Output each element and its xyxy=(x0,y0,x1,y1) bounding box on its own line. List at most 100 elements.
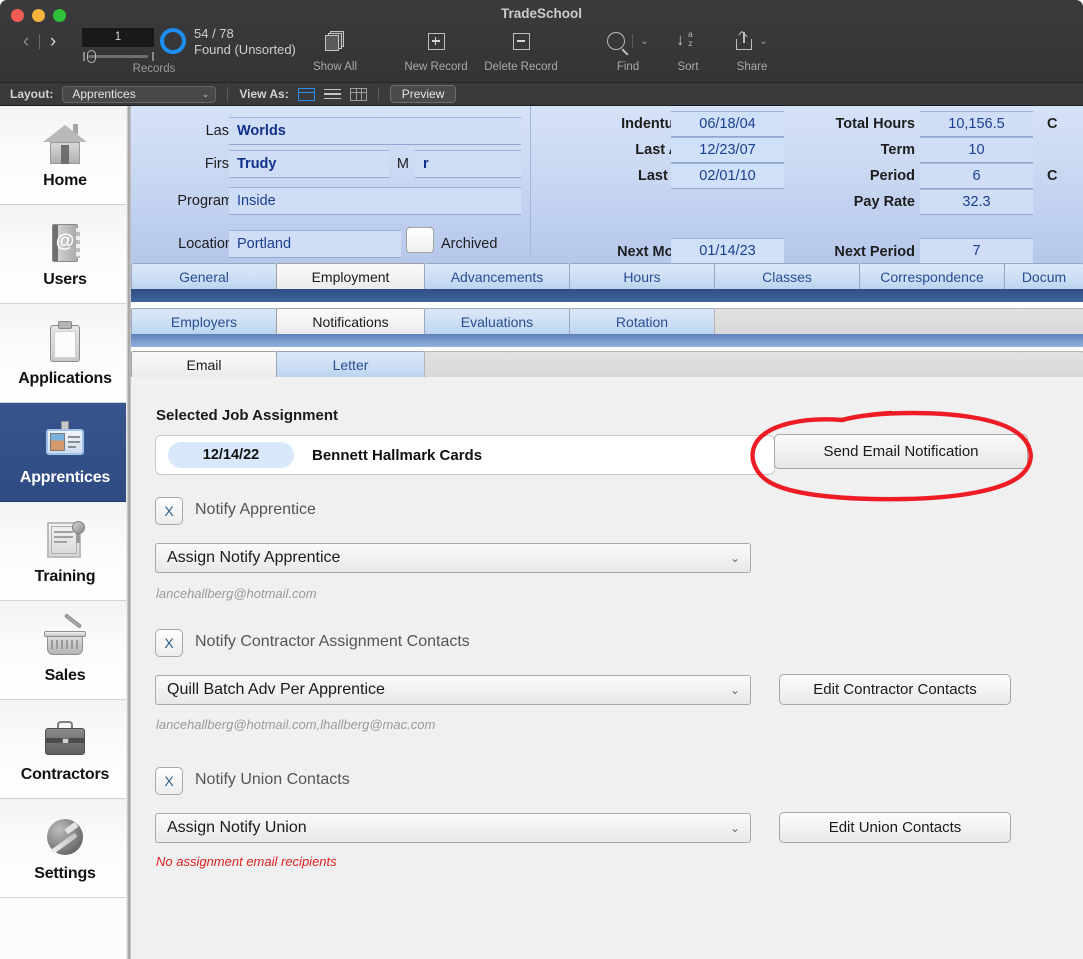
address-book-icon: @ xyxy=(41,220,89,266)
contractor-recipients: lancehallberg@hotmail.com,lhallberg@mac.… xyxy=(156,717,436,732)
first-name-field[interactable]: Trudy xyxy=(229,150,389,178)
sidebar-item-label: Users xyxy=(43,270,87,288)
new-record-button[interactable]: New Record xyxy=(398,26,474,73)
send-email-notification-button[interactable]: Send Email Notification xyxy=(774,434,1028,469)
clipped-label-2: C xyxy=(1047,168,1058,184)
last-wr-field[interactable]: 02/01/10 xyxy=(671,163,784,189)
sidebar-item-label: Apprentices xyxy=(19,468,111,486)
briefcase-icon xyxy=(41,715,89,761)
next-period-field[interactable]: 7 xyxy=(920,238,1033,264)
show-all-button[interactable]: Show All xyxy=(302,26,368,73)
tab-evaluations[interactable]: Evaluations xyxy=(424,308,570,334)
preview-button[interactable]: Preview xyxy=(389,85,457,103)
tab-advancements[interactable]: Advancements xyxy=(424,263,570,289)
notify-contractor-checkbox[interactable]: X xyxy=(155,629,183,657)
tab-employment[interactable]: Employment xyxy=(276,263,425,289)
tab-classes[interactable]: Classes xyxy=(714,263,860,289)
sidebar: Home @ Users Applications Apprentices Tr… xyxy=(0,106,130,959)
location-field[interactable]: Portland xyxy=(229,230,401,258)
find-divider xyxy=(632,34,634,48)
sidebar-item-users[interactable]: @ Users xyxy=(0,205,130,304)
last-adv-field[interactable]: 12/23/07 xyxy=(671,137,784,163)
assignment-date-badge: 12/14/22 xyxy=(168,442,294,468)
chevron-down-icon: ⌄ xyxy=(729,821,740,835)
sidebar-item-applications[interactable]: Applications xyxy=(0,304,130,403)
middle-initial-field[interactable]: r xyxy=(415,150,521,178)
header-divider xyxy=(530,106,531,258)
previous-record-icon[interactable]: ‹ xyxy=(18,32,34,51)
term-label: Term xyxy=(880,142,915,158)
selected-job-assignment-row[interactable]: 12/14/22 Bennett Hallmark Cards xyxy=(155,435,775,475)
notify-apprentice-dropdown[interactable]: Assign Notify Apprentice ⌄ xyxy=(155,543,751,573)
home-icon xyxy=(41,121,89,167)
stack-icon xyxy=(302,26,368,56)
layout-select-value: Apprentices xyxy=(72,87,136,101)
dropdown-value: Quill Batch Adv Per Apprentice xyxy=(167,681,385,698)
slider-right-end xyxy=(152,52,154,61)
view-as-table-icon[interactable] xyxy=(349,87,367,101)
archived-checkbox[interactable] xyxy=(406,227,434,253)
view-as-list-icon[interactable] xyxy=(323,88,341,101)
sidebar-item-label: Sales xyxy=(44,666,86,684)
edit-union-contacts-button[interactable]: Edit Union Contacts xyxy=(779,812,1011,843)
total-hours-label: Total Hours xyxy=(835,116,915,132)
assignment-name: Bennett Hallmark Cards xyxy=(312,446,483,464)
indentured-field[interactable]: 06/18/04 xyxy=(671,111,784,137)
notify-union-dropdown[interactable]: Assign Notify Union ⌄ xyxy=(155,813,751,843)
tab-general[interactable]: General xyxy=(131,263,277,289)
tab-notifications[interactable]: Notifications xyxy=(276,308,425,334)
tools-icon xyxy=(41,814,89,860)
record-nav-arrows: ‹ › xyxy=(18,32,61,51)
slider-knob[interactable] xyxy=(87,50,96,63)
found-set-pie-icon[interactable] xyxy=(160,28,186,54)
record-number-box: 1 xyxy=(82,28,154,63)
tab-separator-dark xyxy=(131,289,1083,302)
chevron-down-icon[interactable]: ⌄ xyxy=(759,36,767,47)
view-as-form-icon[interactable] xyxy=(297,87,315,101)
sidebar-item-contractors[interactable]: Contractors xyxy=(0,700,130,799)
certificate-icon xyxy=(41,517,89,563)
period-field[interactable]: 6 xyxy=(920,163,1033,189)
tab-row-secondary: Employers Notifications Evaluations Rota… xyxy=(131,308,1083,334)
notify-contractor-label: Notify Contractor Assignment Contacts xyxy=(195,633,470,650)
tab-email[interactable]: Email xyxy=(131,351,277,377)
layout-select[interactable]: Apprentices ⌄ xyxy=(62,85,217,103)
record-slider[interactable] xyxy=(82,50,154,63)
share-icon-group: ⌄ xyxy=(716,26,788,56)
tab-hours[interactable]: Hours xyxy=(569,263,715,289)
tab-rotation[interactable]: Rotation xyxy=(569,308,715,334)
share-button[interactable]: ⌄ Share xyxy=(716,26,788,73)
sidebar-item-apprentices[interactable]: Apprentices xyxy=(0,403,130,502)
find-button[interactable]: ⌄ Find xyxy=(596,26,660,73)
sort-button[interactable]: ↓ a z Sort xyxy=(660,26,716,74)
tab-documents[interactable]: Docum xyxy=(1004,263,1083,289)
last-name-field[interactable]: Worlds xyxy=(229,117,521,145)
delete-record-button[interactable]: Delete Record xyxy=(474,26,568,73)
pay-rate-field[interactable]: 32.3 xyxy=(920,189,1033,215)
next-month-field[interactable]: 01/14/23 xyxy=(671,238,784,264)
sidebar-item-sales[interactable]: Sales xyxy=(0,601,130,700)
sidebar-item-label: Home xyxy=(43,171,87,189)
tab-letter[interactable]: Letter xyxy=(276,351,425,377)
notify-apprentice-checkbox[interactable]: X xyxy=(155,497,183,525)
program-field[interactable]: Inside xyxy=(229,187,521,215)
sidebar-item-home[interactable]: Home xyxy=(0,106,130,205)
show-all-label: Show All xyxy=(312,61,358,73)
chevron-down-icon[interactable]: ⌄ xyxy=(640,36,648,47)
found-count: 54 / 78 xyxy=(194,26,234,41)
term-field[interactable]: 10 xyxy=(920,137,1033,163)
record-number-input[interactable]: 1 xyxy=(82,28,154,47)
found-set-status: 54 / 78 Found (Unsorted) xyxy=(194,26,296,58)
edit-contractor-contacts-button[interactable]: Edit Contractor Contacts xyxy=(779,674,1011,705)
notify-contractor-dropdown[interactable]: Quill Batch Adv Per Apprentice ⌄ xyxy=(155,675,751,705)
next-record-icon[interactable]: › xyxy=(45,32,61,51)
tab-row-filler-2 xyxy=(424,351,1083,377)
sidebar-item-training[interactable]: Training xyxy=(0,502,130,601)
sidebar-item-settings[interactable]: Settings xyxy=(0,799,130,898)
tab-employers[interactable]: Employers xyxy=(131,308,277,334)
total-hours-field[interactable]: 10,156.5 xyxy=(920,111,1033,137)
records-label: Records xyxy=(132,63,176,75)
sort-az-icon: ↓ a z xyxy=(676,29,693,50)
tab-correspondence[interactable]: Correspondence xyxy=(859,263,1005,289)
notify-union-checkbox[interactable]: X xyxy=(155,767,183,795)
